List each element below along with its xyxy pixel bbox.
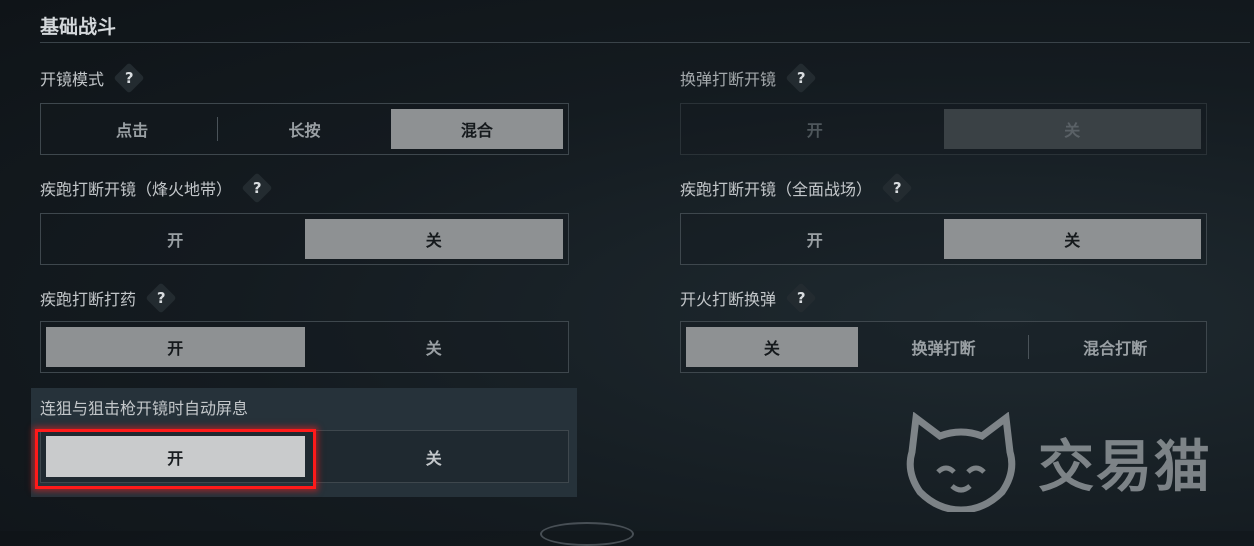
reload-scope-selector: 开 关 (680, 103, 1207, 155)
setting-label: 开镜模式 (40, 70, 105, 89)
scope-mode-selector: 点击 长按 混合 (40, 103, 569, 155)
fire-reload-selector: 关 换弹打断 混合打断 (680, 321, 1207, 373)
setting-label: 疾跑打断开镜（全面战场） (680, 180, 873, 199)
option-off[interactable]: 关 (305, 436, 564, 477)
option-off: 关 (943, 109, 1201, 149)
decorative-curve (540, 522, 634, 546)
option-mixed[interactable]: 混合 (390, 109, 563, 149)
setting-sprint-scope-warzone: 疾跑打断开镜（烽火地带） ? (40, 172, 273, 204)
option-on: 开 (806, 121, 823, 140)
help-icon[interactable]: ? (241, 172, 273, 204)
setting-label: 疾跑打断开镜（烽火地带） (40, 180, 233, 199)
section-divider (40, 42, 1250, 43)
option-on[interactable]: 开 (46, 327, 305, 367)
option-click[interactable]: 点击 (46, 109, 219, 149)
setting-sprint-medicine: 疾跑打断打药 ? (40, 282, 177, 314)
option-off[interactable]: 关 (305, 327, 564, 367)
setting-label: 换弹打断开镜 (680, 70, 777, 89)
setting-auto-hold-breath: 连狙与狙击枪开镜时自动屏息 (40, 394, 248, 420)
setting-fire-reload: 开火打断换弹 ? (680, 282, 817, 314)
help-icon[interactable]: ? (881, 172, 913, 204)
help-icon[interactable]: ? (785, 62, 817, 94)
option-off[interactable]: 关 (686, 327, 858, 367)
help-icon[interactable]: ? (113, 62, 145, 94)
option-hold[interactable]: 长按 (218, 109, 390, 149)
highlight-outline (35, 429, 316, 489)
section-title: 基础战斗 (40, 16, 117, 38)
option-reload-interrupt[interactable]: 换弹打断 (858, 327, 1030, 367)
setting-label: 开火打断换弹 (680, 290, 777, 309)
cat-face-icon (906, 412, 1016, 512)
watermark: 交易猫 (902, 412, 1242, 512)
watermark-text: 交易猫 (1038, 434, 1212, 500)
option-mixed-interrupt[interactable]: 混合打断 (1029, 327, 1201, 367)
setting-label: 疾跑打断打药 (40, 290, 137, 309)
option-off[interactable]: 关 (304, 219, 563, 259)
help-icon[interactable]: ? (145, 282, 177, 314)
setting-label: 连狙与狙击枪开镜时自动屏息 (40, 399, 249, 418)
setting-scope-mode: 开镜模式 ? (40, 62, 145, 94)
option-off[interactable]: 关 (943, 219, 1201, 259)
option-on[interactable]: 开 (686, 219, 944, 259)
option-on[interactable]: 开 (46, 219, 305, 259)
help-icon[interactable]: ? (785, 282, 817, 314)
sprint-scope-warzone-selector: 开 关 (40, 213, 569, 265)
sprint-scope-fullwar-selector: 开 关 (680, 213, 1207, 265)
sprint-medicine-selector: 开 关 (40, 321, 569, 373)
setting-reload-scope: 换弹打断开镜 ? (680, 62, 817, 94)
setting-sprint-scope-fullwar: 疾跑打断开镜（全面战场） ? (680, 172, 913, 204)
